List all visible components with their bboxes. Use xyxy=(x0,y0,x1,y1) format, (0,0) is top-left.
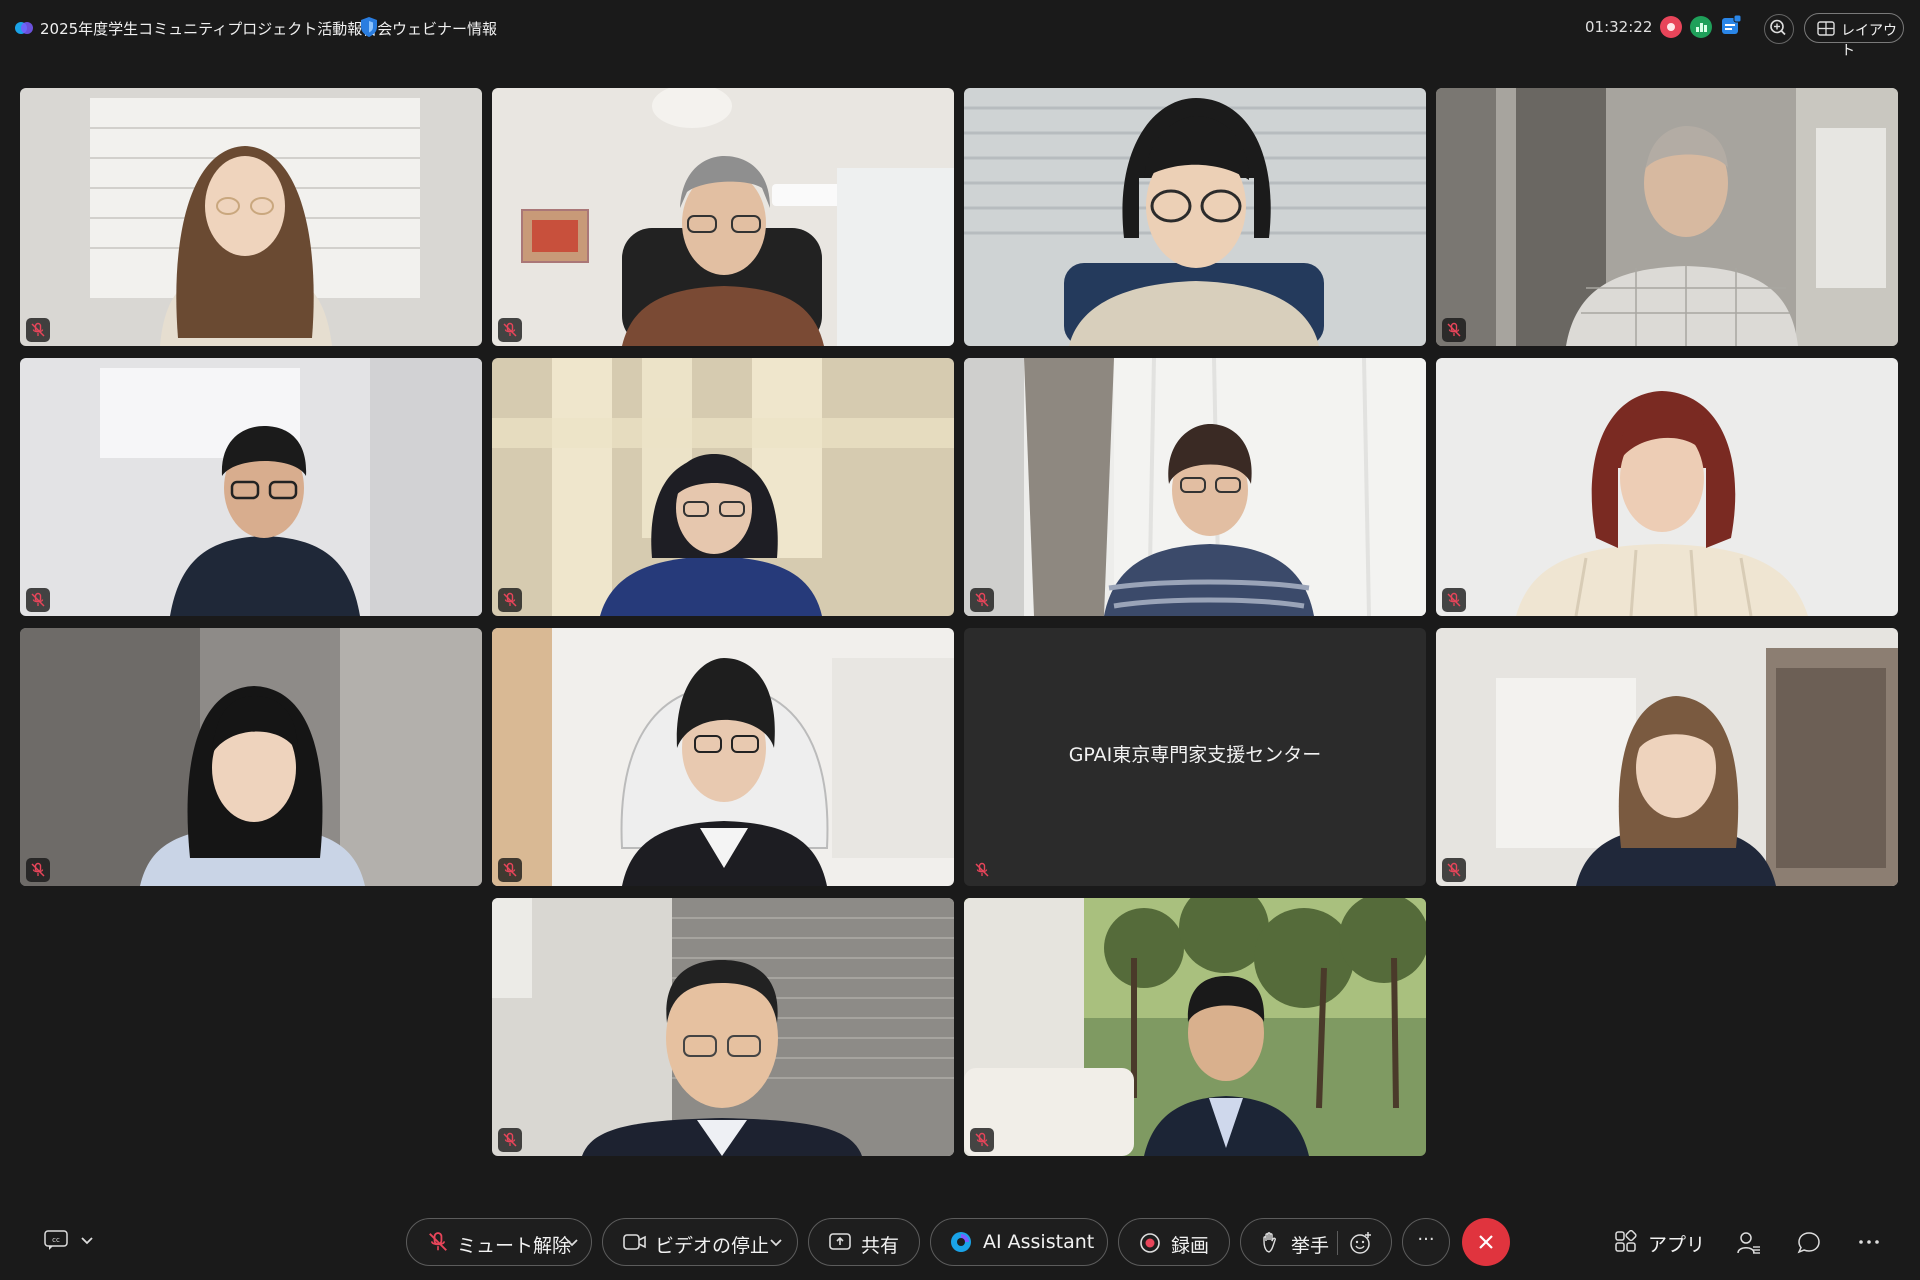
shield-icon[interactable] xyxy=(360,16,378,38)
participant-tile[interactable] xyxy=(1436,628,1898,886)
participant-video xyxy=(20,358,482,616)
notes-icon[interactable] xyxy=(1720,14,1742,36)
participants-icon[interactable] xyxy=(1736,1230,1762,1256)
share-button[interactable]: 共有 xyxy=(808,1218,920,1266)
participant-tile[interactable] xyxy=(964,358,1426,616)
chevron-down-icon[interactable] xyxy=(80,1233,94,1247)
muted-mic-icon xyxy=(498,588,522,612)
participant-video xyxy=(1436,88,1898,346)
record-icon xyxy=(1140,1233,1160,1253)
top-bar: 2025年度学生コミュニティプロジェクト活動報告会 ウェビナー情報 01:32:… xyxy=(0,0,1920,59)
chevron-down-icon[interactable] xyxy=(565,1235,579,1249)
chat-icon[interactable] xyxy=(1796,1230,1822,1256)
stop-video-button[interactable]: ビデオの停止 xyxy=(602,1218,798,1266)
muted-mic-icon xyxy=(26,588,50,612)
participant-video xyxy=(964,898,1426,1156)
participant-video xyxy=(492,358,954,616)
unmute-label: ミュート解除 xyxy=(457,1235,572,1257)
record-label: 録画 xyxy=(1171,1235,1210,1257)
participant-tile[interactable] xyxy=(964,898,1426,1156)
participant-tile[interactable] xyxy=(20,358,482,616)
stop-video-label: ビデオの停止 xyxy=(655,1235,770,1257)
layout-button[interactable]: レイアウト xyxy=(1804,13,1904,59)
share-screen-icon xyxy=(829,1233,851,1250)
raise-hand-label: 挙手 xyxy=(1291,1235,1330,1257)
chevron-down-icon[interactable] xyxy=(769,1235,783,1249)
ai-assistant-button[interactable]: AI Assistant xyxy=(930,1218,1108,1266)
participant-video xyxy=(1436,628,1898,886)
webinar-info-link[interactable]: ウェビナー情報 xyxy=(392,18,497,39)
participant-tile[interactable] xyxy=(492,358,954,616)
muted-mic-icon xyxy=(1442,318,1466,342)
zoom-in-icon[interactable] xyxy=(1764,14,1794,44)
more-label: ··· xyxy=(1417,1229,1435,1250)
muted-mic-icon xyxy=(970,588,994,612)
muted-mic-icon xyxy=(498,1128,522,1152)
record-button[interactable]: 録画 xyxy=(1118,1218,1230,1266)
layout-grid-icon xyxy=(1817,21,1835,36)
muted-mic-icon xyxy=(429,1232,447,1251)
participant-tile[interactable] xyxy=(492,88,954,346)
participant-tile[interactable] xyxy=(1436,358,1898,616)
participant-tile-video-off[interactable]: GPAI東京専門家支援センター xyxy=(964,628,1426,886)
muted-mic-icon xyxy=(498,318,522,342)
participant-video xyxy=(492,628,954,886)
close-icon xyxy=(1479,1235,1493,1249)
unmute-button[interactable]: ミュート解除 xyxy=(406,1218,592,1266)
participant-tile[interactable] xyxy=(492,628,954,886)
meeting-title: 2025年度学生コミュニティプロジェクト活動報告会 xyxy=(40,20,393,38)
muted-mic-icon xyxy=(1442,588,1466,612)
muted-mic-icon xyxy=(970,1128,994,1152)
participant-tile[interactable] xyxy=(492,898,954,1156)
participant-video xyxy=(20,88,482,346)
recording-indicator-icon[interactable] xyxy=(1660,16,1682,38)
participant-video xyxy=(964,358,1426,616)
svg-text:cc: cc xyxy=(52,1236,60,1244)
network-health-icon[interactable] xyxy=(1690,16,1712,38)
video-camera-icon xyxy=(623,1234,646,1250)
apps-icon xyxy=(1615,1230,1637,1252)
apps-label: アプリ xyxy=(1648,1234,1706,1256)
muted-mic-icon xyxy=(970,858,994,882)
participant-video xyxy=(964,88,1426,346)
webex-logo-icon xyxy=(15,22,33,34)
muted-mic-icon xyxy=(26,318,50,342)
layout-label: レイアウト xyxy=(1841,23,1897,59)
raise-hand-button[interactable]: 挙手 xyxy=(1240,1218,1392,1266)
participant-tile[interactable] xyxy=(1436,88,1898,346)
participant-video xyxy=(20,628,482,886)
more-menu-icon[interactable] xyxy=(1858,1238,1880,1246)
leave-meeting-button[interactable] xyxy=(1462,1218,1510,1266)
muted-mic-icon xyxy=(498,858,522,882)
ai-assistant-icon xyxy=(951,1232,971,1252)
ai-assistant-label: AI Assistant xyxy=(983,1231,1095,1253)
share-label: 共有 xyxy=(861,1235,900,1257)
participant-video xyxy=(492,88,954,346)
more-options-button[interactable]: ··· xyxy=(1402,1218,1450,1266)
reactions-icon[interactable] xyxy=(1349,1231,1373,1255)
muted-mic-icon xyxy=(1442,858,1466,882)
participant-name: GPAI東京専門家支援センター xyxy=(1068,744,1322,766)
participant-video xyxy=(1436,358,1898,616)
participant-tile[interactable] xyxy=(20,88,482,346)
participant-tile[interactable] xyxy=(964,88,1426,346)
elapsed-time: 01:32:22 xyxy=(1585,18,1653,36)
closed-captions-icon[interactable]: cc xyxy=(44,1230,68,1250)
raise-hand-icon xyxy=(1263,1232,1276,1253)
muted-mic-icon xyxy=(26,858,50,882)
participant-tile[interactable] xyxy=(20,628,482,886)
participant-video xyxy=(492,898,954,1156)
